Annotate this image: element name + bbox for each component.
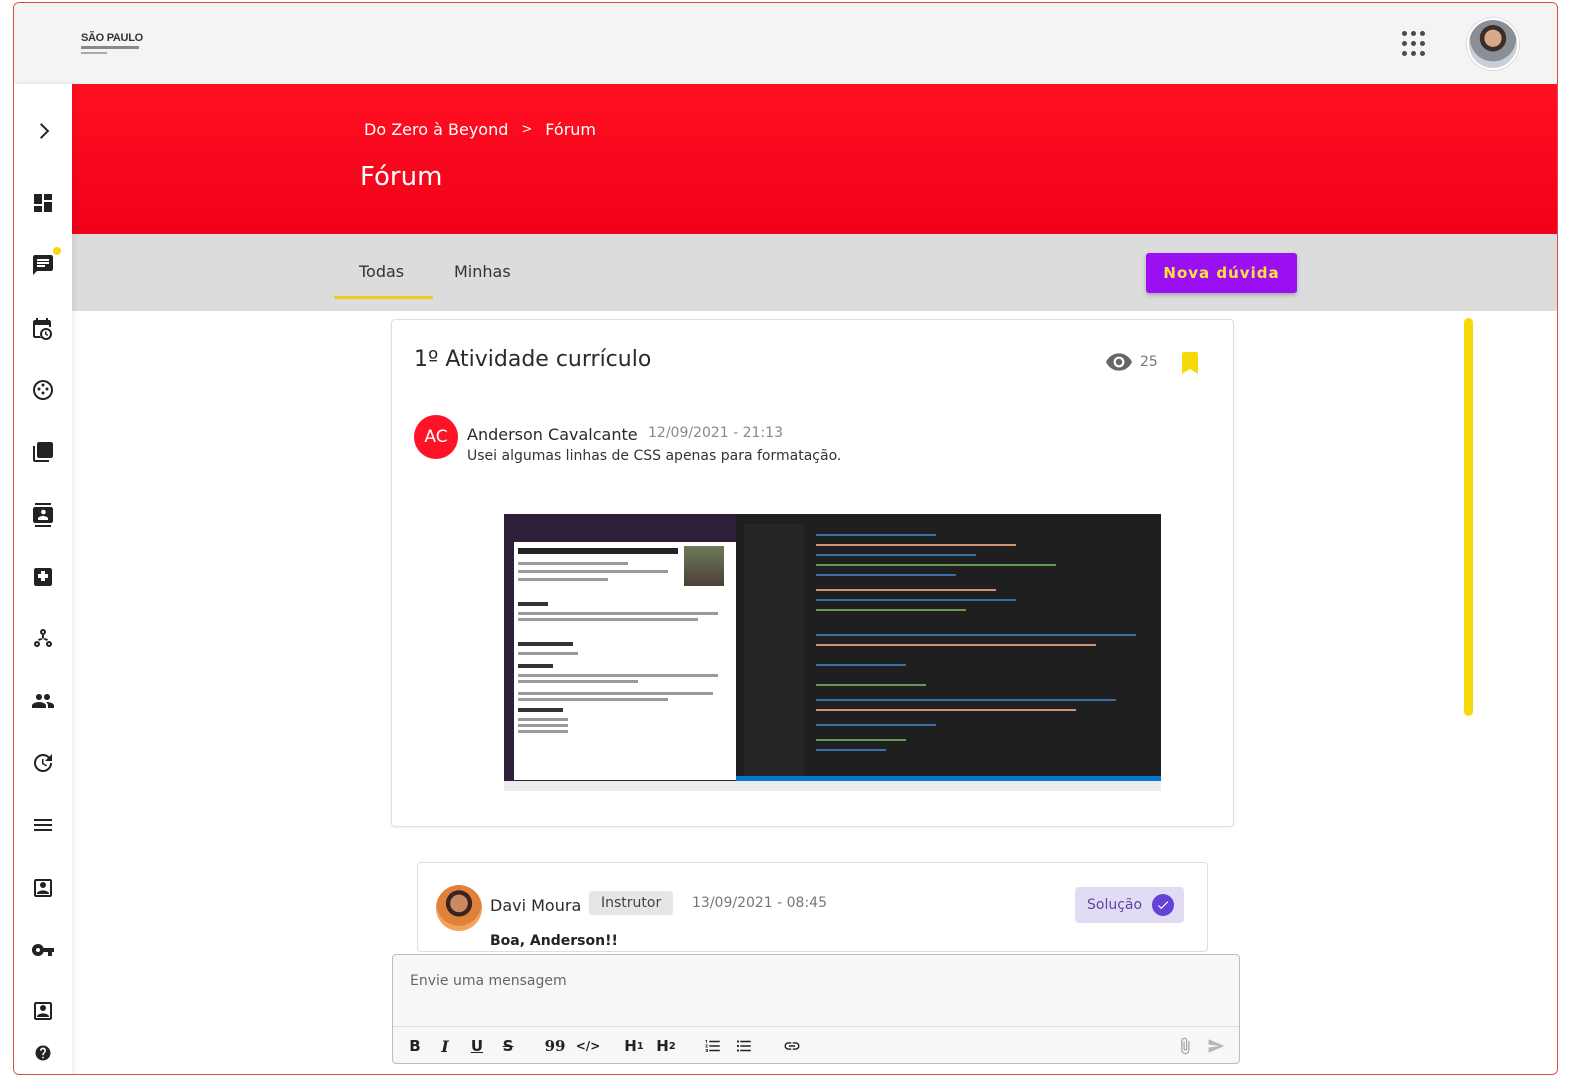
calendar-clock-icon[interactable] <box>29 314 57 342</box>
message-input[interactable] <box>394 956 1238 1024</box>
breadcrumb-forum[interactable]: Fórum <box>545 120 596 139</box>
tabs-bar: Todas Minhas Nova dúvida <box>72 234 1557 311</box>
heading1-sub: 1 <box>636 1040 644 1052</box>
notification-dot <box>53 247 61 255</box>
heading2-label: H <box>656 1037 669 1055</box>
eye-icon <box>1106 353 1132 371</box>
reply-date: 13/09/2021 - 08:45 <box>692 895 827 911</box>
solution-badge[interactable]: Solução <box>1075 887 1184 923</box>
help-icon[interactable] <box>29 1039 57 1067</box>
post-author: Anderson Cavalcante <box>467 425 638 444</box>
new-question-button[interactable]: Nova dúvida <box>1146 253 1297 293</box>
check-circle-icon <box>1152 894 1174 916</box>
logo[interactable]: SÃO PAULO <box>81 33 143 59</box>
composer-divider <box>393 1026 1239 1027</box>
active-tab-indicator <box>334 296 433 299</box>
author-avatar: AC <box>414 415 458 459</box>
history-icon[interactable] <box>29 749 57 777</box>
underline-button[interactable]: U <box>469 1035 485 1057</box>
logo-underline <box>81 46 139 49</box>
ordered-list-icon[interactable] <box>702 1035 724 1057</box>
italic-button[interactable]: I <box>437 1035 453 1057</box>
page-header: Do Zero à Beyond > Fórum Fórum <box>72 84 1557 234</box>
bookmark-icon[interactable] <box>1182 352 1198 374</box>
post-body: Usei algumas linhas de CSS apenas para f… <box>467 448 842 464</box>
heading2-button[interactable]: H2 <box>654 1035 678 1057</box>
logo-subline <box>81 52 107 54</box>
dashboard-icon[interactable] <box>29 189 57 217</box>
post-title: 1º Atividade currículo <box>414 347 652 372</box>
logo-text: SÃO PAULO <box>81 32 143 44</box>
heading1-label: H <box>624 1037 637 1055</box>
bold-button[interactable]: B <box>407 1035 423 1057</box>
bullet-list-icon[interactable] <box>733 1035 755 1057</box>
send-icon[interactable] <box>1205 1035 1227 1057</box>
attachment-icon[interactable] <box>1176 1035 1194 1057</box>
account-box-icon[interactable] <box>29 997 57 1025</box>
solution-label: Solução <box>1087 897 1143 913</box>
view-count: 25 <box>1140 354 1158 370</box>
people-icon[interactable] <box>29 687 57 715</box>
chevron-right-icon[interactable] <box>29 117 57 145</box>
attached-screenshot[interactable] <box>504 514 1161 791</box>
sidebar <box>14 84 72 1074</box>
reply-text: Boa, Anderson!! <box>490 933 618 949</box>
menu-icon[interactable] <box>29 811 57 839</box>
palette-icon[interactable] <box>29 376 57 404</box>
extension-icon[interactable] <box>29 563 57 591</box>
breadcrumb-course[interactable]: Do Zero à Beyond <box>364 120 508 139</box>
top-bar: SÃO PAULO <box>14 3 1557 84</box>
heading1-button[interactable]: H1 <box>622 1035 646 1057</box>
quote-button[interactable]: 99 <box>545 1035 566 1057</box>
strikethrough-button[interactable]: S <box>500 1035 516 1057</box>
code-button[interactable]: </> <box>576 1035 601 1057</box>
account-box-icon[interactable] <box>29 874 57 902</box>
contacts-book-icon[interactable] <box>29 501 57 529</box>
key-icon[interactable] <box>29 936 57 964</box>
tab-todas[interactable]: Todas <box>359 262 404 281</box>
library-icon[interactable] <box>29 438 57 466</box>
reply-card: Davi Moura Instrutor 13/09/2021 - 08:45 … <box>417 862 1208 952</box>
reply-author: Davi Moura <box>490 896 582 915</box>
chat-icon[interactable] <box>29 247 61 279</box>
link-icon[interactable] <box>781 1035 803 1057</box>
app-window: SÃO PAULO Do Zero à Beyond > Fórum Fórum… <box>13 2 1558 1075</box>
instructor-badge: Instrutor <box>589 891 674 915</box>
scrollbar-thumb[interactable] <box>1464 318 1473 716</box>
heading2-sub: 2 <box>668 1040 676 1052</box>
apps-grid-icon[interactable] <box>1400 29 1430 59</box>
breadcrumb-separator: > <box>521 122 533 137</box>
reply-author-avatar <box>436 885 482 931</box>
tab-minhas[interactable]: Minhas <box>454 262 511 281</box>
post-date: 12/09/2021 - 21:13 <box>648 425 783 441</box>
message-composer: B I U S 99 </> H1 H2 <box>392 954 1240 1064</box>
breadcrumb: Do Zero à Beyond > Fórum <box>364 120 596 139</box>
post-card: 1º Atividade currículo 25 AC Anderson Ca… <box>391 319 1234 827</box>
network-icon[interactable] <box>29 625 57 653</box>
user-avatar[interactable] <box>1467 18 1519 70</box>
page-title: Fórum <box>360 162 443 192</box>
